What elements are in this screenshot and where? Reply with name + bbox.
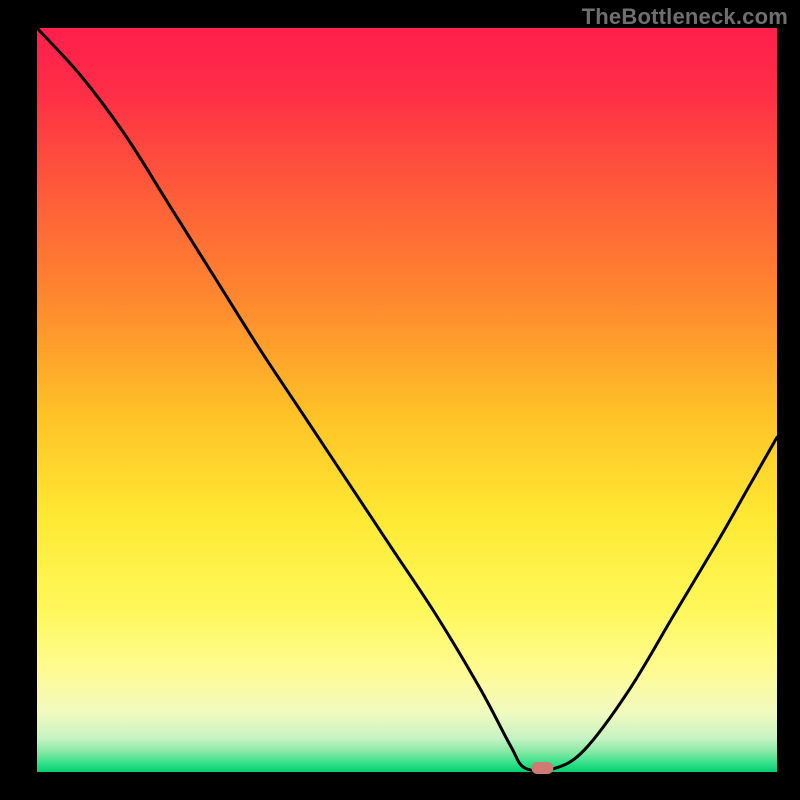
- bottleneck-chart: [0, 0, 800, 800]
- optimal-marker: [531, 762, 553, 774]
- plot-background: [37, 28, 777, 772]
- chart-stage: TheBottleneck.com: [0, 0, 800, 800]
- watermark-text: TheBottleneck.com: [582, 4, 788, 30]
